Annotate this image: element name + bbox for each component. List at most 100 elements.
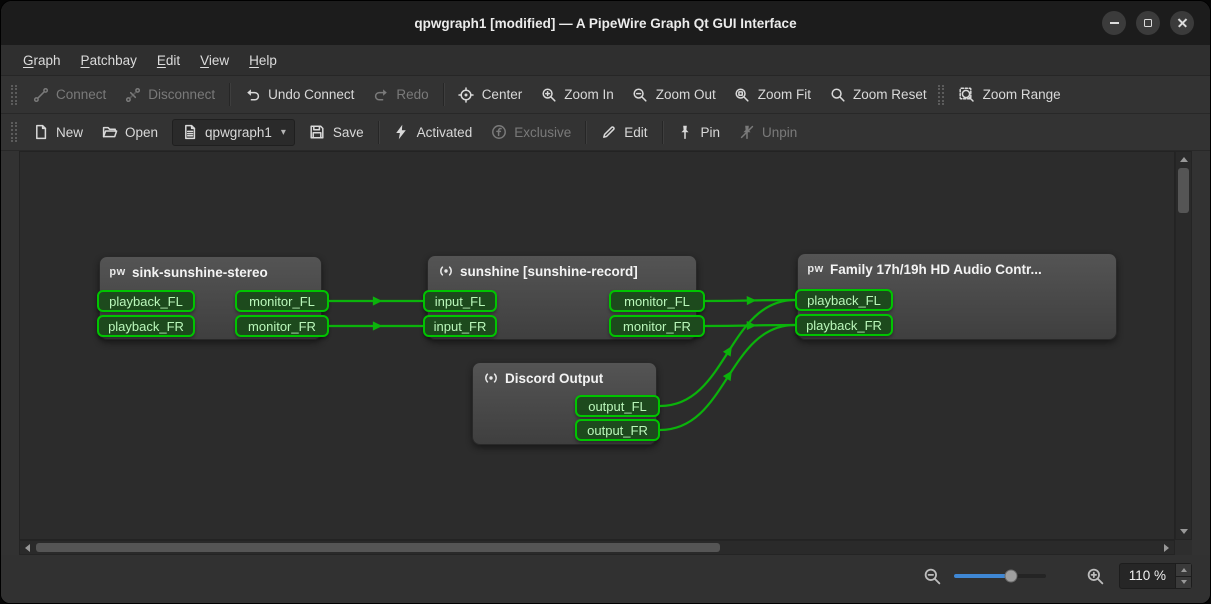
scroll-up-icon: [1180, 157, 1188, 162]
button-label: Zoom Reset: [853, 87, 927, 102]
toolbar-grip[interactable]: [11, 85, 17, 105]
node-header[interactable]: pwsink-sunshine-stereo: [100, 257, 321, 284]
zoom-value[interactable]: 110 %: [1120, 564, 1175, 588]
zoom-out-icon[interactable]: [923, 567, 942, 586]
port-label: playback_FL: [807, 293, 881, 308]
toolbar-button-zoom-range[interactable]: Zoom Range: [950, 81, 1070, 108]
toolbar-separator: [585, 121, 586, 144]
file-icon: [181, 124, 198, 141]
toolbar-button-undo-connect[interactable]: Undo Connect: [235, 81, 363, 108]
zoom-spin-down-button[interactable]: [1176, 576, 1191, 589]
node-header[interactable]: pwFamily 17h/19h HD Audio Contr...: [798, 254, 1116, 281]
port-label: output_FL: [588, 399, 647, 414]
vertical-scrollbar-thumb[interactable]: [1178, 168, 1189, 213]
button-label: Save: [333, 125, 364, 140]
port-sunshine-input_FR[interactable]: input_FR: [423, 315, 497, 337]
port-family-playback_FL[interactable]: playback_FL: [795, 289, 893, 311]
button-label: Center: [482, 87, 523, 102]
zoom-slider-handle[interactable]: [1004, 570, 1017, 583]
port-label: playback_FR: [806, 318, 882, 333]
menu-view[interactable]: View: [190, 49, 239, 72]
close-button[interactable]: [1170, 11, 1194, 35]
button-label: Exclusive: [514, 125, 571, 140]
horizontal-scrollbar-thumb[interactable]: [36, 543, 720, 552]
port-sink-playback_FR[interactable]: playback_FR: [97, 315, 195, 337]
port-discord-output_FR[interactable]: output_FR: [575, 419, 660, 441]
port-discord-output_FL[interactable]: output_FL: [575, 395, 660, 417]
statusbar: 110 %: [1, 555, 1210, 603]
toolbar-button-zoom-in[interactable]: Zoom In: [531, 81, 623, 108]
zoom-fit-icon: [734, 86, 751, 103]
toolbar-grip[interactable]: [938, 85, 944, 105]
connection-arrow: [723, 368, 736, 381]
menu-help[interactable]: Help: [239, 49, 287, 72]
zoom-spinbox[interactable]: 110 %: [1119, 563, 1192, 589]
scroll-up-button[interactable]: [1176, 152, 1191, 167]
button-label: Zoom In: [564, 87, 614, 102]
node-header[interactable]: sunshine [sunshine-record]: [428, 256, 696, 283]
maximize-icon: [1144, 19, 1152, 27]
button-label: Unpin: [762, 125, 797, 140]
toolbar-button-edit[interactable]: Edit: [591, 119, 656, 146]
scroll-right-button[interactable]: [1159, 541, 1174, 554]
redo-icon: [372, 86, 389, 103]
toolbar-button-open[interactable]: Open: [92, 119, 167, 146]
menubar: GraphPatchbayEditViewHelp: [1, 45, 1210, 76]
toolbar-button-center[interactable]: Center: [449, 81, 532, 108]
node-title: Discord Output: [505, 371, 603, 386]
new-icon: [32, 124, 49, 141]
window: qpwgraph1 [modified] — A PipeWire Graph …: [0, 0, 1211, 604]
toolbar-separator: [229, 83, 230, 106]
toolbar-button-disconnect[interactable]: Disconnect: [115, 81, 224, 108]
toolbar-button-activated[interactable]: Activated: [384, 119, 482, 146]
toolbar-button-connect[interactable]: Connect: [23, 81, 115, 108]
graph-canvas[interactable]: pwsink-sunshine-stereoplayback_FLplaybac…: [19, 151, 1175, 540]
toolbar-button-exclusive[interactable]: Exclusive: [481, 119, 580, 146]
vertical-scrollbar[interactable]: [1175, 151, 1192, 540]
audio-node-icon: [437, 263, 454, 279]
port-label: monitor_FR: [248, 319, 316, 334]
menu-graph[interactable]: Graph: [13, 49, 71, 72]
titlebar[interactable]: qpwgraph1 [modified] — A PipeWire Graph …: [1, 1, 1210, 45]
scroll-left-button[interactable]: [20, 541, 35, 554]
canvas-region: pwsink-sunshine-stereoplayback_FLplaybac…: [19, 151, 1192, 555]
toolbar-button-zoom-reset[interactable]: Zoom Reset: [820, 81, 936, 108]
zoom-slider[interactable]: [954, 574, 1046, 578]
port-sunshine-monitor_FL[interactable]: monitor_FL: [609, 290, 705, 312]
toolbar-grip[interactable]: [11, 122, 17, 142]
toolbar-button-new[interactable]: New: [23, 119, 92, 146]
zoom-in-icon[interactable]: [1086, 567, 1105, 586]
chevron-down-icon: ▾: [281, 127, 286, 138]
maximize-button[interactable]: [1136, 11, 1160, 35]
port-family-playback_FR[interactable]: playback_FR: [795, 314, 893, 336]
toolbar-edit: Connect Disconnect Undo ConnectRedo Center Z…: [1, 76, 1210, 114]
menu-edit[interactable]: Edit: [147, 49, 190, 72]
port-sunshine-monitor_FR[interactable]: monitor_FR: [609, 315, 705, 337]
node-title: Family 17h/19h HD Audio Contr...: [830, 262, 1042, 277]
toolbar-button-redo[interactable]: Redo: [363, 81, 437, 108]
horizontal-scrollbar[interactable]: [19, 540, 1175, 555]
zoom-reset-icon: [829, 86, 846, 103]
node-header[interactable]: Discord Output: [473, 363, 656, 390]
scroll-down-button[interactable]: [1176, 524, 1191, 539]
toolbar-separator: [443, 83, 444, 106]
port-sink-playback_FL[interactable]: playback_FL: [97, 290, 195, 312]
toolbar-separator: [662, 121, 663, 144]
toolbar-button-save[interactable]: Save: [300, 119, 373, 146]
toolbar-button-unpin[interactable]: Unpin: [729, 119, 806, 146]
zoom-spin-up-button[interactable]: [1176, 564, 1191, 576]
port-sink-monitor_FL[interactable]: monitor_FL: [235, 290, 329, 312]
button-label: Connect: [56, 87, 106, 102]
save-icon: [309, 124, 326, 141]
port-sunshine-input_FL[interactable]: input_FL: [423, 290, 497, 312]
menu-patchbay[interactable]: Patchbay: [71, 49, 147, 72]
button-label: New: [56, 125, 83, 140]
node-title: sink-sunshine-stereo: [132, 265, 268, 280]
toolbar-button-zoom-out[interactable]: Zoom Out: [623, 81, 725, 108]
toolbar-button-zoom-fit[interactable]: Zoom Fit: [725, 81, 820, 108]
toolbar-button-pin[interactable]: Pin: [668, 119, 730, 146]
port-sink-monitor_FR[interactable]: monitor_FR: [235, 315, 329, 337]
minimize-button[interactable]: [1102, 11, 1126, 35]
port-label: monitor_FL: [624, 294, 690, 309]
combo-patchbay-file[interactable]: qpwgraph1▾: [172, 119, 295, 146]
